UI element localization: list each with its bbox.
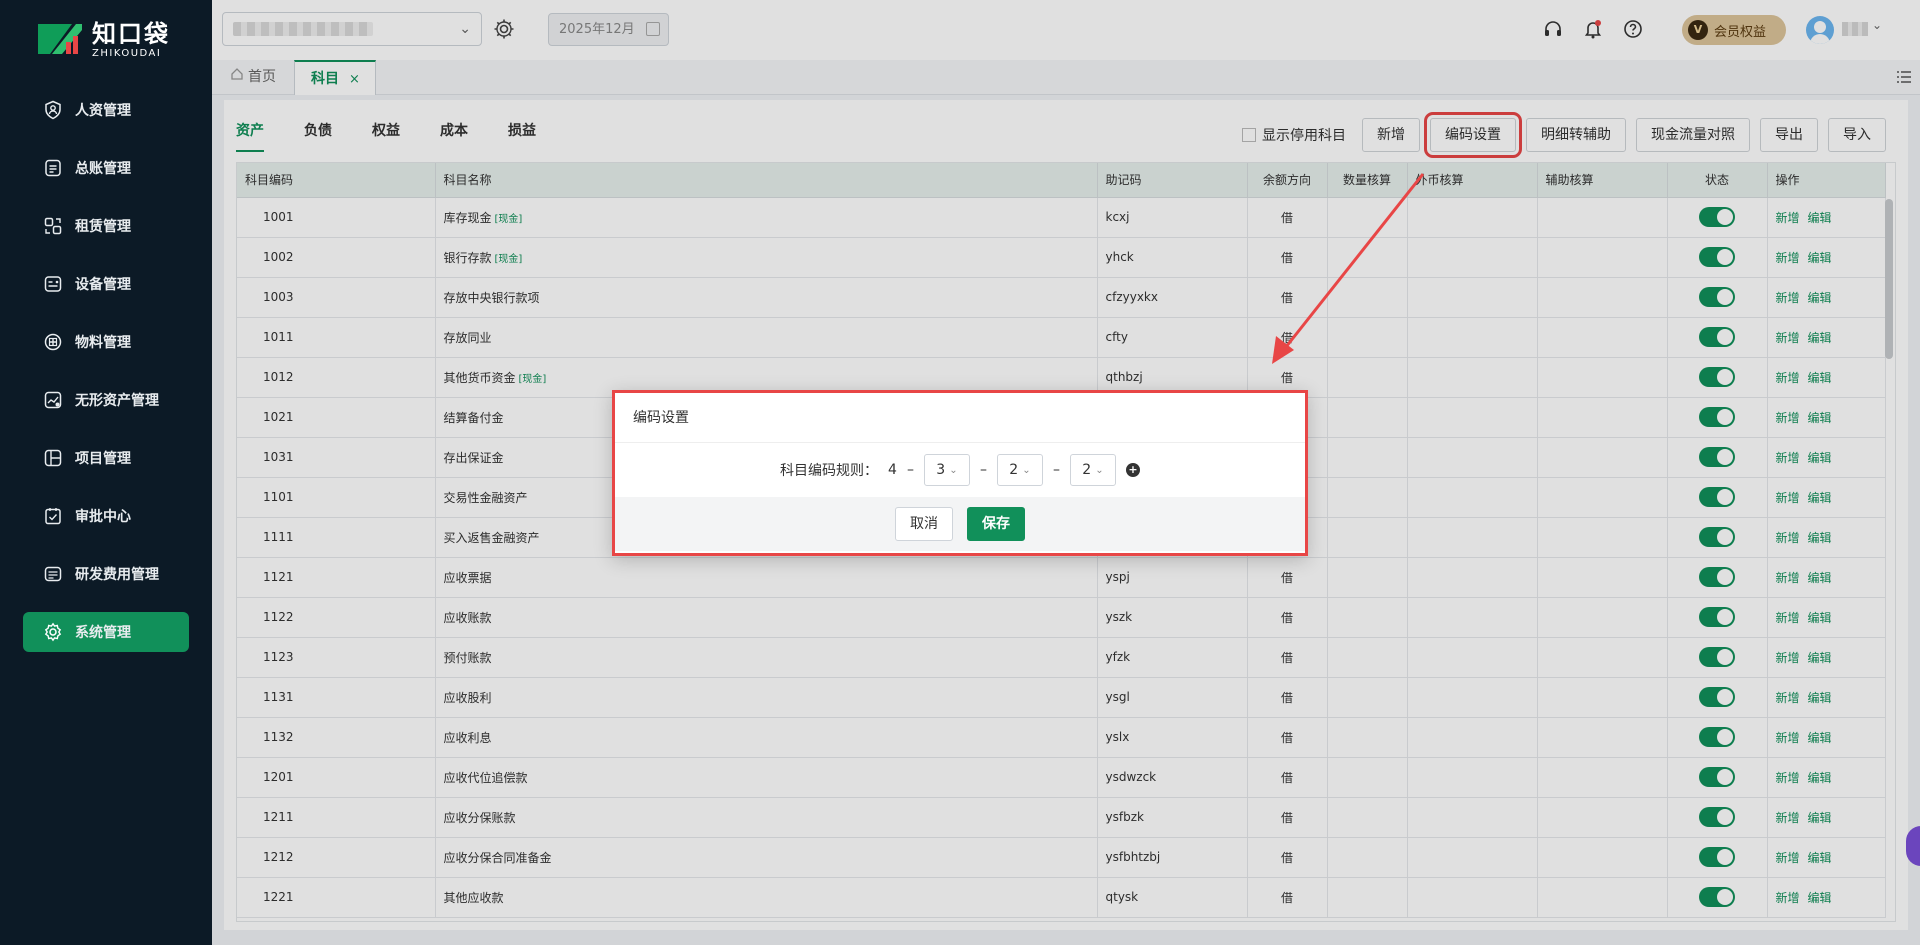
sidebar-item-project[interactable]: 项目管理: [23, 438, 189, 478]
sidebar-item-rnd-expense[interactable]: 研发费用管理: [23, 554, 189, 594]
intangible-asset-icon: [43, 390, 63, 410]
sidebar-item-approval[interactable]: 审批中心: [23, 496, 189, 536]
sidebar-item-label: 总账管理: [75, 161, 131, 177]
chevron-down-icon: ⌄: [949, 464, 958, 476]
rnd-expense-icon: [43, 564, 63, 584]
sidebar-nav: 人资管理总账管理租赁管理设备管理物料管理无形资产管理 项目管理审批中心研发费用管理…: [0, 90, 212, 670]
save-button[interactable]: 保存: [967, 507, 1025, 541]
logo-title: 知口袋: [92, 20, 170, 48]
sidebar-item-person-shield[interactable]: 人资管理: [23, 90, 189, 130]
logo-mark-icon: [36, 20, 84, 62]
sidebar-item-label: 研发费用管理: [75, 567, 159, 583]
dialog-footer: 取消 保存: [615, 497, 1305, 551]
level-length-select[interactable]: 3 ⌄: [923, 454, 970, 486]
chevron-down-icon: ⌄: [1022, 464, 1031, 476]
level-separator: –: [979, 462, 987, 478]
level-length-select[interactable]: 2 ⌄: [1069, 454, 1116, 486]
sidebar-item-gear[interactable]: 系统管理: [23, 612, 189, 652]
logo-subtitle: ZHIKOUDAI: [92, 48, 162, 59]
sidebar-item-label: 租赁管理: [75, 219, 131, 235]
code-rule-label: 科目编码规则：: [780, 463, 879, 479]
sidebar-item-intangible-asset[interactable]: 无形资产管理: [23, 380, 189, 420]
approval-icon: [43, 506, 63, 526]
sidebar-item-ledger[interactable]: 总账管理: [23, 148, 189, 188]
level-length-select[interactable]: 2 ⌄: [996, 454, 1043, 486]
project-icon: [43, 448, 63, 468]
sidebar-item-lease[interactable]: 租赁管理: [23, 206, 189, 246]
level-separator: –: [906, 462, 914, 478]
material-icon: [43, 332, 63, 352]
code-settings-dialog: 编码设置 科目编码规则： 4 –3 ⌄ –2 ⌄ –2 ⌄ + 取消 保存: [612, 390, 1308, 556]
level-length-value: 2: [1009, 462, 1019, 478]
level-length-value: 2: [1082, 462, 1092, 478]
level-length-value: 3: [936, 462, 946, 478]
sidebar-item-label: 审批中心: [75, 509, 131, 525]
lease-icon: [43, 216, 63, 236]
level-separator: –: [1052, 462, 1060, 478]
person-shield-icon: [43, 100, 63, 120]
sidebar-item-material[interactable]: 物料管理: [23, 322, 189, 362]
sidebar-item-label: 人资管理: [75, 103, 131, 119]
sidebar-item-label: 系统管理: [75, 625, 131, 641]
sidebar-item-device[interactable]: 设备管理: [23, 264, 189, 304]
gear-icon: [43, 622, 63, 642]
sidebar: 知口袋 ZHIKOUDAI 人资管理总账管理租赁管理设备管理物料管理无形资产管理…: [0, 0, 212, 945]
dialog-title: 编码设置: [615, 393, 1305, 443]
chevron-down-icon: ⌄: [1095, 464, 1104, 476]
sidebar-item-label: 设备管理: [75, 277, 131, 293]
add-level-icon[interactable]: +: [1125, 463, 1140, 477]
sidebar-item-label: 无形资产管理: [75, 393, 159, 409]
ledger-icon: [43, 158, 63, 178]
device-icon: [43, 274, 63, 294]
sidebar-item-label: 物料管理: [75, 335, 131, 351]
code-rule-row: 科目编码规则： 4 –3 ⌄ –2 ⌄ –2 ⌄ +: [615, 443, 1305, 497]
sidebar-item-label: 项目管理: [75, 451, 131, 467]
cancel-button[interactable]: 取消: [895, 507, 953, 541]
logo: 知口袋 ZHIKOUDAI: [36, 20, 170, 62]
first-level-length: 4: [888, 462, 897, 478]
